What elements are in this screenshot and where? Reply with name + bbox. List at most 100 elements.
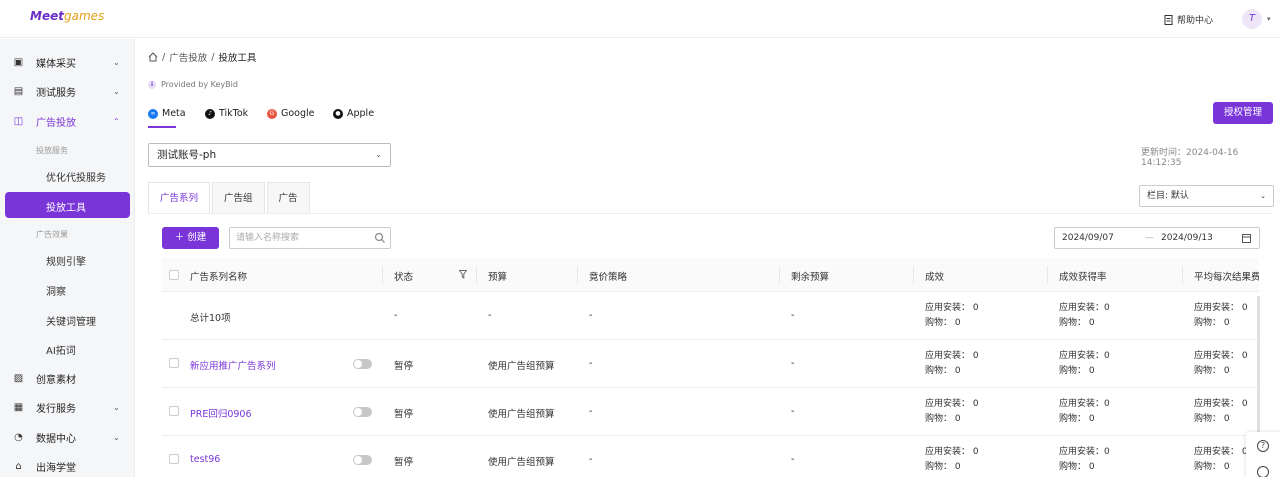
date-start[interactable]: 2024/09/07 [1062, 233, 1114, 243]
header-remaining-budget[interactable]: 剩余预算 [791, 269, 829, 283]
top-bar: Meetgames 帮助中心 T ▾ [0, 0, 1280, 38]
row-avg-cost: 应用安装： 0 购物： 0 [1194, 447, 1248, 472]
sidebar-item-ad-delivery[interactable]: ◫ 广告投放 ⌃ [0, 109, 135, 133]
settings-icon[interactable] [1257, 466, 1269, 477]
table-row[interactable]: test96 暂停 使用广告组预算 - - 应用安装： 0 购物： 0 应用安装：… [162, 436, 1259, 477]
campaign-table: 广告系列名称 状态 预算 竟价策略 剩余预算 成效 成效获得率 平均每次结果费 … [162, 258, 1259, 477]
sidebar-item-media-buy[interactable]: ▣ 媒体采买 ⌄ [0, 50, 135, 74]
graduation-cap-icon: ⌂ [15, 460, 22, 472]
row-budget: 使用广告组预算 [488, 409, 555, 420]
header-bid-strategy[interactable]: 竟价策略 [589, 269, 627, 283]
home-icon[interactable] [148, 52, 158, 62]
sidebar-group-label: 投放服务 [36, 146, 68, 155]
sidebar-item-insight[interactable]: 洞察 [46, 283, 66, 298]
row-results: 应用安装： 0 购物： 0 [925, 351, 979, 376]
level-tabs: 广告系列 广告组 广告 [148, 182, 312, 214]
date-range-picker[interactable]: 2024/09/07 — 2024/09/13 [1054, 227, 1260, 249]
sidebar-item-rule-engine[interactable]: 规则引擎 [46, 253, 86, 268]
status-toggle[interactable] [353, 359, 372, 369]
sidebar-item-label: 投放工具 [46, 203, 86, 214]
provided-by-text: Provided by KeyBid [161, 80, 238, 89]
row-budget: 使用广告组预算 [488, 457, 555, 468]
table-row[interactable]: PRE回归0906 暂停 使用广告组预算 - - 应用安装： 0 购物： 0 应用… [162, 388, 1259, 436]
account-select[interactable]: 测试账号-ph ⌄ [148, 143, 391, 167]
cart-icon: ▣ [13, 56, 24, 68]
breadcrumb-sep: / [211, 51, 215, 63]
help-center-link[interactable]: 帮助中心 [1164, 13, 1213, 26]
auth-management-button[interactable]: 授权管理 [1213, 102, 1273, 124]
search-icon[interactable] [374, 232, 386, 244]
date-end[interactable]: 2024/09/13 [1161, 233, 1213, 243]
sidebar-item-delivery-tool[interactable]: 投放工具 [5, 192, 130, 218]
filter-icon[interactable] [459, 270, 467, 279]
header-name[interactable]: 广告系列名称 [190, 269, 247, 283]
campaign-name-link[interactable]: test96 [190, 454, 220, 465]
chevron-down-icon: ⌄ [113, 57, 120, 67]
header-budget[interactable]: 预算 [488, 269, 507, 283]
platform-tab-meta[interactable]: ∞ Meta [148, 108, 186, 119]
platform-tab-google[interactable]: G Google [267, 108, 315, 119]
calendar-icon [1242, 234, 1251, 243]
table-header: 广告系列名称 状态 预算 竟价策略 剩余预算 成效 成效获得率 平均每次结果费 [162, 258, 1259, 292]
summary-remaining: - [791, 310, 795, 321]
sidebar: ▣ 媒体采买 ⌄ ▤ 测试服务 ⌄ ◫ 广告投放 ⌃ 投放服务 优化代投服务 投… [0, 39, 135, 477]
tab-ad-group[interactable]: 广告组 [212, 182, 265, 214]
user-avatar[interactable]: T [1242, 9, 1262, 29]
sidebar-item-test-service[interactable]: ▤ 测试服务 ⌄ [0, 79, 135, 103]
tab-campaign[interactable]: 广告系列 [148, 182, 211, 214]
row-checkbox[interactable] [169, 406, 179, 416]
search-input[interactable] [236, 228, 376, 248]
breadcrumb-parent[interactable]: 广告投放 [169, 50, 207, 64]
floating-toolbar: ? [1246, 432, 1280, 477]
row-checkbox[interactable] [169, 454, 179, 464]
row-remaining: - [791, 406, 795, 417]
campaign-name-link[interactable]: PRE回归0906 [190, 406, 252, 420]
app-logo[interactable]: Meetgames [30, 9, 104, 23]
chevron-up-icon: ⌃ [113, 116, 120, 126]
sidebar-item-publish-service[interactable]: ▦ 发行服务 ⌄ [0, 395, 135, 419]
campaign-name-link[interactable]: 新应用推广广告系列 [190, 358, 276, 372]
status-toggle[interactable] [353, 455, 372, 465]
create-button[interactable]: ＋ 创建 [162, 227, 219, 249]
column-select-value: 栏目: 默认 [1147, 191, 1189, 201]
sidebar-item-label: 数据中心 [36, 433, 76, 445]
sidebar-item-creative[interactable]: ▨ 创意素材 [0, 366, 135, 390]
sidebar-item-label: 发行服务 [36, 403, 76, 415]
summary-rate: 应用安装：0 购物： 0 [1059, 303, 1110, 328]
row-rate: 应用安装：0 购物： 0 [1059, 351, 1110, 376]
tab-ad[interactable]: 广告 [266, 182, 310, 214]
platform-tab-apple[interactable]: ● Apple [333, 108, 374, 119]
summary-name: 总计10项 [190, 313, 231, 324]
sidebar-item-ai-expand[interactable]: AI拓词 [46, 342, 76, 357]
platform-label: TikTok [219, 108, 249, 119]
column-divider [1047, 266, 1048, 284]
folder-icon: ▤ [13, 85, 24, 97]
sidebar-item-keyword-management[interactable]: 关键词管理 [46, 313, 96, 328]
chart-icon: ◔ [14, 431, 23, 443]
table-row[interactable]: 新应用推广广告系列 暂停 使用广告组预算 - - 应用安装： 0 购物： 0 应用… [162, 340, 1259, 388]
column-select[interactable]: 栏目: 默认 ⌄ [1139, 185, 1274, 207]
row-checkbox[interactable] [169, 358, 179, 368]
tiktok-icon: ♪ [205, 108, 215, 119]
sidebar-item-label: 创意素材 [36, 374, 76, 386]
tab-divider [148, 213, 1273, 214]
header-results[interactable]: 成效 [925, 269, 944, 283]
sidebar-item-data-center[interactable]: ◔ 数据中心 ⌄ [0, 425, 135, 449]
platform-label: Meta [162, 108, 186, 119]
image-icon: ▨ [13, 372, 24, 384]
sidebar-item-optimized-delivery[interactable]: 优化代投服务 [46, 169, 106, 184]
header-avg-cost[interactable]: 平均每次结果费 [1194, 269, 1259, 283]
row-status: 暂停 [394, 409, 414, 420]
platform-tab-indicator [148, 126, 176, 128]
platform-tab-tiktok[interactable]: ♪ TikTok [205, 108, 248, 119]
header-status[interactable]: 状态 [394, 269, 413, 283]
status-toggle[interactable] [353, 407, 372, 417]
select-all-checkbox[interactable] [169, 270, 179, 280]
header-result-rate[interactable]: 成效获得率 [1059, 269, 1107, 283]
search-box [229, 227, 391, 249]
breadcrumb: / 广告投放 / 投放工具 [148, 50, 256, 64]
chevron-down-icon: ⌄ [1260, 192, 1266, 200]
chevron-down-icon[interactable]: ▾ [1267, 15, 1271, 23]
help-icon[interactable]: ? [1257, 440, 1269, 452]
sidebar-item-overseas-school[interactable]: ⌂ 出海学堂 [0, 454, 135, 477]
